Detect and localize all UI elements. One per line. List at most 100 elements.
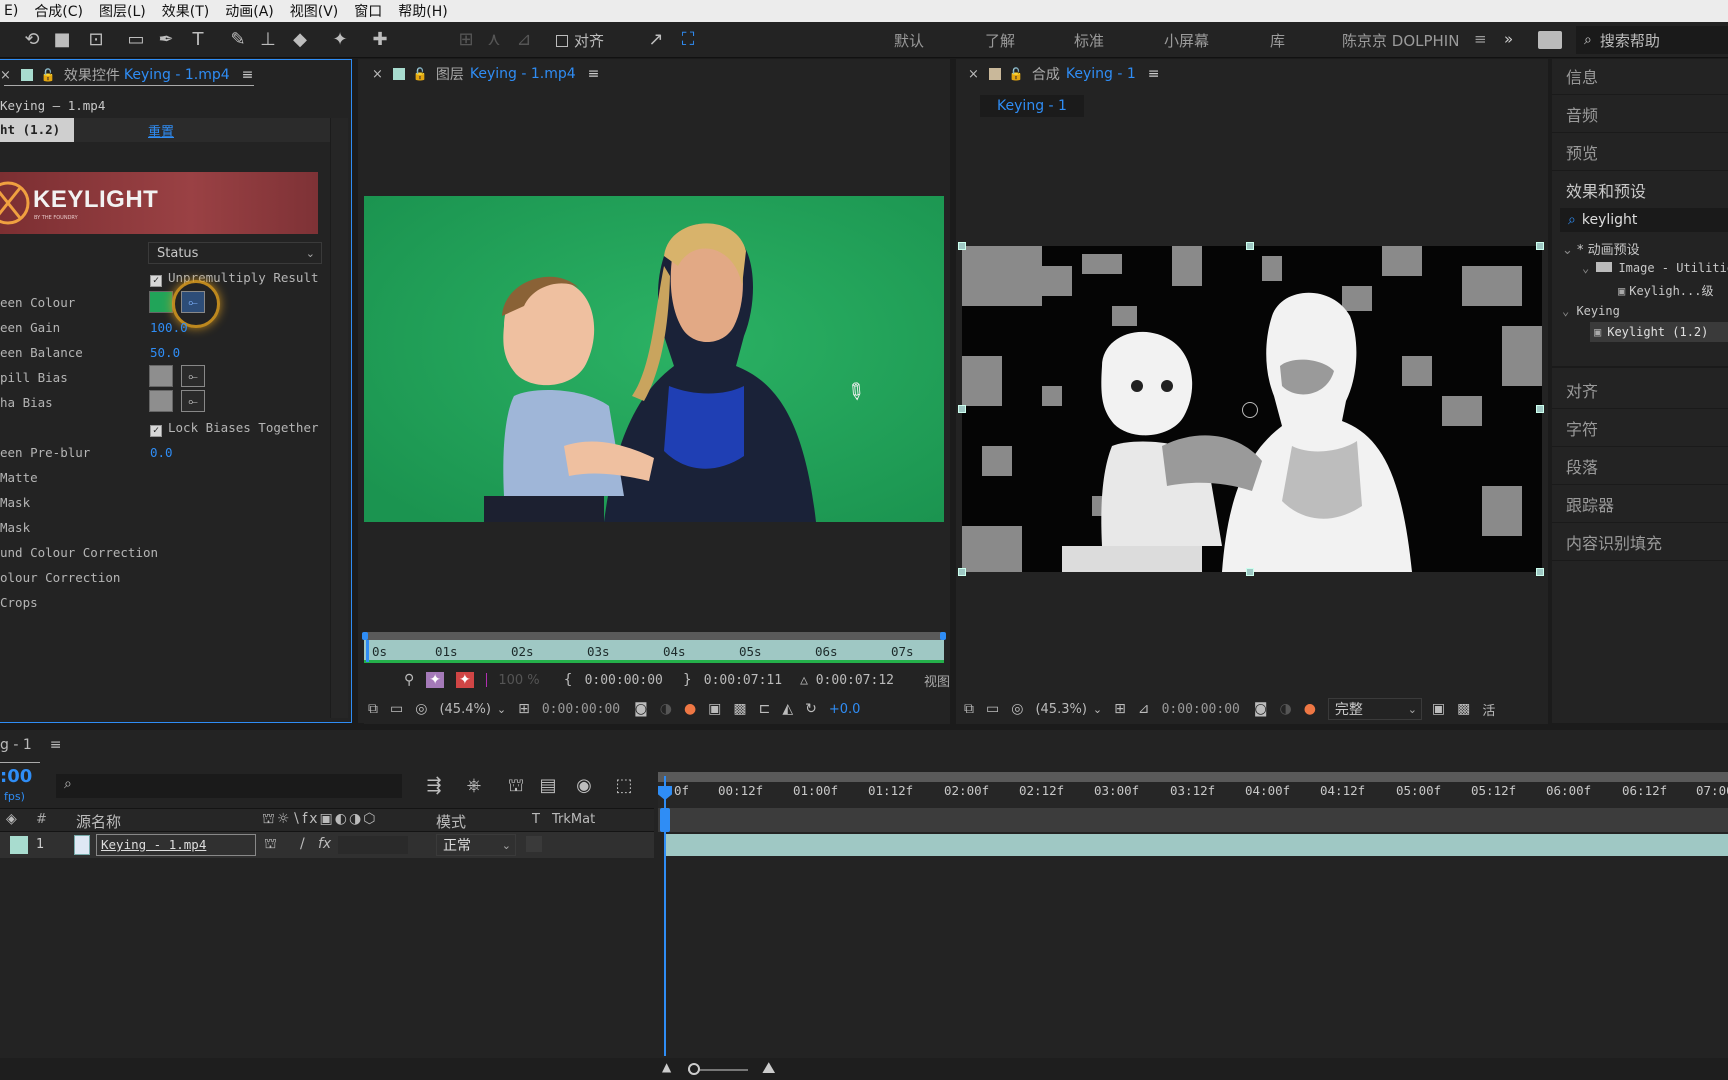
snap-checkbox[interactable] — [556, 35, 568, 47]
workspace-standard[interactable]: 标准 — [1074, 30, 1104, 51]
zoom-in-icon[interactable]: ⛰ — [762, 1058, 775, 1078]
snap-options-icon[interactable]: ↗ — [644, 28, 668, 52]
edge-colour-correction-group[interactable]: olour Correction — [0, 570, 120, 585]
color-swatch-icon[interactable] — [485, 673, 487, 687]
panel-menu-icon[interactable]: ≡ — [1148, 66, 1160, 82]
despill-bias-eyedropper-button[interactable]: ⟜ — [181, 365, 205, 387]
comp-tab-name[interactable]: Keying - 1 — [1066, 66, 1136, 82]
effects-search[interactable]: ⌕ keylight — [1560, 208, 1728, 232]
puppet-pin-tool-icon[interactable]: ✚ — [368, 28, 392, 52]
layer-label-color[interactable] — [10, 836, 28, 854]
region-of-interest-icon[interactable]: ▣ — [708, 701, 721, 717]
out-point-handle[interactable] — [940, 632, 946, 640]
refresh-icon[interactable]: ↻ — [805, 701, 817, 717]
screen-gain-value[interactable]: 100.0 — [150, 320, 188, 335]
region-of-interest-icon[interactable]: ▣ — [1432, 701, 1445, 717]
info-panel-tab[interactable]: 信息 — [1566, 64, 1598, 88]
effect-controls-tab-label[interactable]: 效果控件 — [64, 65, 120, 85]
despill-bias-swatch[interactable] — [149, 365, 173, 387]
workspace-libraries[interactable]: 库 — [1270, 30, 1285, 51]
menu-layer[interactable]: 图层(L) — [99, 1, 146, 21]
lock-icon[interactable]: 🔓 — [413, 67, 428, 81]
panel-menu-icon[interactable]: ≡ — [588, 66, 600, 82]
tree-keylight-preset[interactable]: ▣ Keyligh...级 — [1618, 282, 1713, 299]
transform-handle[interactable] — [1536, 568, 1544, 576]
resolution-dropdown[interactable]: 完整 ⌄ — [1327, 698, 1422, 720]
menu-window[interactable]: 窗口 — [354, 1, 382, 21]
green-screen-footage[interactable] — [364, 196, 944, 522]
screen-matte-group[interactable]: Matte — [0, 470, 38, 485]
eraser-tool-icon[interactable]: ◆ — [288, 28, 312, 52]
zoom-out-icon[interactable]: ▲ — [662, 1060, 671, 1074]
always-preview-icon[interactable]: ⧉ — [964, 701, 974, 717]
draft-3d-icon[interactable]: ⎈ — [462, 774, 486, 798]
mask-icon[interactable]: ◎ — [1011, 701, 1023, 717]
timeline-tab[interactable]: g - 1 ≡ — [0, 737, 61, 753]
current-time[interactable]: 0:00:00:00 — [1162, 702, 1240, 717]
menu-edit[interactable]: E) — [4, 3, 18, 19]
tree-image-utilities[interactable]: ⌄ Image - Utilitie — [1582, 261, 1728, 275]
snapshot-icon[interactable]: ◙ — [1254, 701, 1268, 717]
unpremultiply-checkbox-row[interactable]: ✓ Unpremultiply Result — [150, 270, 319, 287]
motion-blur-icon[interactable]: ◉ — [572, 774, 596, 798]
mask-visibility-icon[interactable]: ⊿ — [1138, 701, 1150, 717]
layer-duration-bar[interactable] — [664, 834, 1728, 856]
set-in-point-icon[interactable]: { — [564, 672, 573, 688]
view-dropdown[interactable]: Status ⌄ — [148, 242, 322, 264]
frame-blending-icon[interactable]: ▤ — [536, 774, 560, 798]
shy-switch-icon[interactable]: ⛫ — [264, 836, 277, 854]
workspace-user[interactable]: 陈京京 DOLPHIN — [1342, 30, 1459, 51]
effects-switch-icon[interactable]: fx — [318, 836, 331, 852]
foreground-colour-correction-group[interactable]: und Colour Correction — [0, 545, 158, 560]
workspace-overflow-icon[interactable]: » — [1504, 30, 1513, 48]
walking-man-icon[interactable]: ⚲ — [404, 672, 414, 688]
transform-handle[interactable] — [1536, 242, 1544, 250]
preserve-transparency-toggle[interactable] — [526, 836, 542, 852]
rectangle-tool-icon[interactable]: ▭ — [124, 28, 148, 52]
tracker-panel-tab[interactable]: 跟踪器 — [1566, 492, 1614, 516]
channels-icon[interactable]: ● — [1304, 701, 1316, 717]
axis-view-icon[interactable]: ⊿ — [512, 28, 536, 52]
menu-help[interactable]: 帮助(H) — [398, 1, 447, 21]
audio-panel-tab[interactable]: 音频 — [1566, 102, 1598, 126]
safe-margins-icon[interactable]: ⊞ — [1114, 701, 1126, 717]
layer-tab-file[interactable]: Keying - 1.mp4 — [470, 66, 576, 82]
exposure-reset-icon[interactable]: ◭ — [782, 701, 793, 717]
workspace-learn[interactable]: 了解 — [985, 30, 1015, 51]
work-area-bar[interactable] — [364, 632, 944, 640]
zoom-dropdown[interactable]: (45.4%) — [439, 702, 490, 717]
transform-handle[interactable] — [1246, 568, 1254, 576]
effect-name[interactable]: ht (1.2) — [0, 118, 74, 142]
col-source-name[interactable]: 源名称 — [76, 811, 121, 832]
type-tool-icon[interactable]: T — [186, 28, 210, 52]
panel-scrollbar[interactable] — [330, 118, 348, 718]
timeline-search[interactable]: ⌕ — [56, 774, 402, 798]
switch-cells[interactable] — [338, 836, 408, 854]
help-search[interactable]: ⌕ 搜索帮助 — [1576, 26, 1728, 54]
zoom-slider-thumb[interactable] — [688, 1063, 700, 1075]
clone-stamp-tool-icon[interactable]: ⊥ — [256, 28, 280, 52]
layer-controls-icon[interactable]: ⊏ — [759, 701, 771, 717]
show-snapshot-icon[interactable]: ◑ — [1279, 701, 1291, 717]
outside-mask-group[interactable]: Mask — [0, 520, 30, 535]
panel-menu-icon[interactable]: ≡ — [50, 737, 62, 753]
channels-icon[interactable]: ● — [684, 701, 696, 717]
timeline-work-area[interactable] — [658, 772, 1728, 782]
transform-handle[interactable] — [1536, 405, 1544, 413]
panel-menu-icon[interactable]: ≡ — [242, 67, 254, 83]
axis-world-icon[interactable]: ⋏ — [482, 28, 506, 52]
playhead-indicator[interactable] — [366, 640, 369, 662]
mask-icon[interactable]: ◎ — [415, 701, 427, 717]
layer-mode-dropdown[interactable]: 正常 ⌄ — [436, 834, 516, 856]
layer-name[interactable]: Keying - 1.mp4 — [96, 834, 256, 856]
in-point-handle[interactable] — [362, 632, 368, 640]
set-out-point-icon[interactable]: } — [683, 672, 692, 688]
layer-tab-label[interactable]: 图层 — [436, 64, 464, 84]
exposure-value[interactable]: +0.0 — [829, 702, 861, 717]
axis-local-icon[interactable]: ⊞ — [454, 28, 478, 52]
camera-tool-icon[interactable]: ■ — [50, 28, 74, 52]
in-time[interactable]: 0:00:00:00 — [585, 673, 663, 688]
brush-tool-icon[interactable]: ✎ — [226, 28, 250, 52]
transform-handle[interactable] — [1246, 242, 1254, 250]
snap-edges-icon[interactable]: ⛶ — [676, 28, 700, 52]
